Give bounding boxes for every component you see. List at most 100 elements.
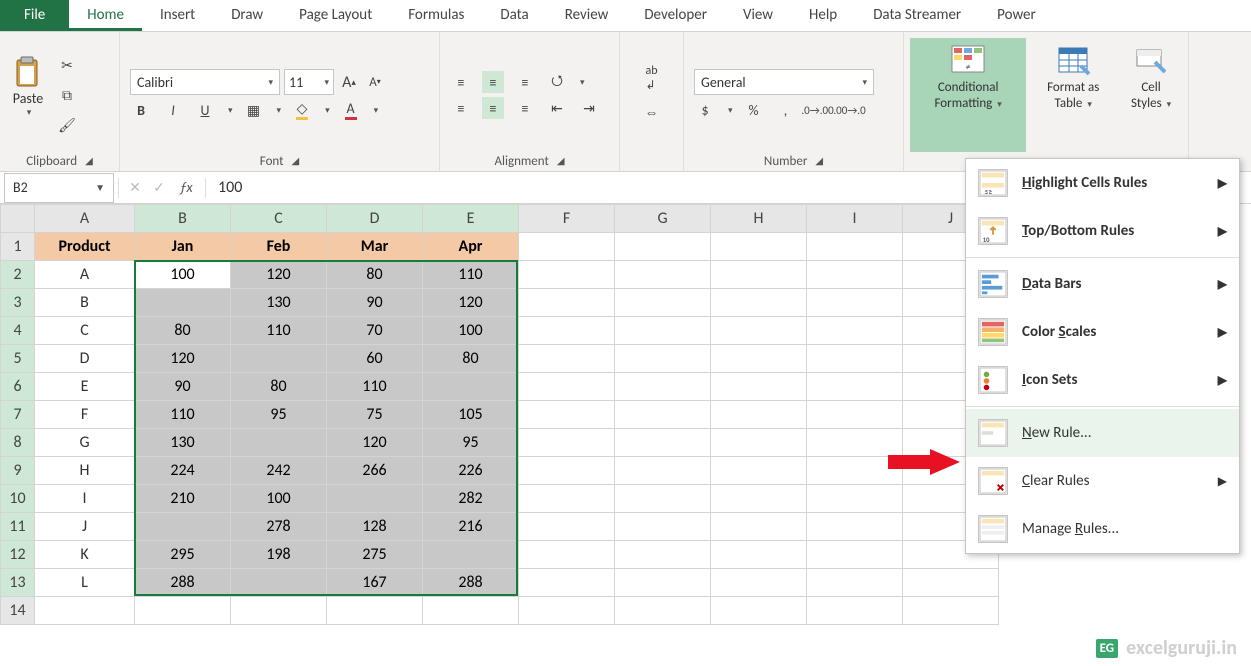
table-cell[interactable]: C [35, 317, 135, 345]
grow-font-icon[interactable]: A▴ [338, 71, 360, 93]
table-cell[interactable]: 275 [327, 541, 423, 569]
format-as-table-button[interactable]: Format as Table ▾ [1030, 38, 1116, 152]
table-cell[interactable]: 120 [135, 345, 231, 373]
table-cell[interactable] [231, 345, 327, 373]
cf-manage-rules[interactable]: Manage Rules... [966, 505, 1239, 553]
table-cell[interactable]: 80 [231, 373, 327, 401]
align-center-icon[interactable]: ≡ [482, 97, 504, 119]
paste-button[interactable]: Paste ▾ [10, 54, 46, 118]
table-cell[interactable]: 95 [423, 429, 519, 457]
indent-decrease-icon[interactable]: ⇤ [546, 97, 568, 119]
table-cell[interactable]: 110 [231, 317, 327, 345]
table-cell[interactable]: 90 [135, 373, 231, 401]
table-cell[interactable]: 198 [231, 541, 327, 569]
col-header-I[interactable]: I [807, 205, 903, 233]
row-header-3[interactable]: 3 [1, 289, 35, 317]
row-header-4[interactable]: 4 [1, 317, 35, 345]
indent-increase-icon[interactable]: ⇥ [578, 97, 600, 119]
table-cell[interactable]: 80 [423, 345, 519, 373]
cf-clear-rules[interactable]: Clear Rules ▶ [966, 457, 1239, 505]
table-cell[interactable]: 120 [231, 261, 327, 289]
dialog-launcher-icon[interactable]: ◢ [85, 154, 93, 169]
table-cell[interactable]: 100 [423, 317, 519, 345]
table-header[interactable]: Apr [423, 233, 519, 261]
row-header-8[interactable]: 8 [1, 429, 35, 457]
table-header[interactable]: Feb [231, 233, 327, 261]
row-header-13[interactable]: 13 [1, 569, 35, 597]
table-cell[interactable]: 120 [327, 429, 423, 457]
table-cell[interactable] [423, 373, 519, 401]
table-cell[interactable]: 210 [135, 485, 231, 513]
table-cell[interactable]: 130 [231, 289, 327, 317]
percent-icon[interactable]: % [743, 99, 765, 121]
table-cell[interactable]: 266 [327, 457, 423, 485]
col-header-C[interactable]: C [231, 205, 327, 233]
tab-view[interactable]: View [725, 0, 791, 31]
tab-insert[interactable]: Insert [142, 0, 213, 31]
row-header-9[interactable]: 9 [1, 457, 35, 485]
copy-icon[interactable]: ⧉ [56, 84, 78, 106]
align-top-icon[interactable]: ≡ [450, 71, 472, 93]
align-right-icon[interactable]: ≡ [514, 97, 536, 119]
col-header-G[interactable]: G [615, 205, 711, 233]
table-cell[interactable]: I [35, 485, 135, 513]
table-cell[interactable]: 80 [327, 261, 423, 289]
table-cell[interactable]: 100 [135, 261, 231, 289]
table-header[interactable]: Mar [327, 233, 423, 261]
tab-home[interactable]: Home [69, 0, 142, 31]
tab-data[interactable]: Data [482, 0, 546, 31]
table-cell[interactable]: 128 [327, 513, 423, 541]
table-cell[interactable]: 110 [423, 261, 519, 289]
table-cell[interactable]: 242 [231, 457, 327, 485]
cf-color-scales[interactable]: Color Scales ▶ [966, 308, 1239, 356]
table-cell[interactable]: B [35, 289, 135, 317]
table-cell[interactable]: L [35, 569, 135, 597]
col-header-E[interactable]: E [423, 205, 519, 233]
table-cell[interactable]: 288 [135, 569, 231, 597]
align-bottom-icon[interactable]: ≡ [514, 71, 536, 93]
tab-file[interactable]: File [0, 0, 69, 31]
table-cell[interactable]: 120 [423, 289, 519, 317]
table-cell[interactable]: 167 [327, 569, 423, 597]
cf-data-bars[interactable]: Data Bars ▶ [966, 260, 1239, 308]
table-cell[interactable]: 224 [135, 457, 231, 485]
tab-formulas[interactable]: Formulas [390, 0, 482, 31]
font-name-select[interactable]: Calibri ▾ [130, 69, 280, 95]
table-header[interactable]: Product [35, 233, 135, 261]
number-format-select[interactable]: General ▾ [694, 69, 874, 95]
table-cell[interactable] [327, 485, 423, 513]
dialog-launcher-icon[interactable]: ◢ [292, 154, 300, 169]
comma-icon[interactable]: , [775, 99, 797, 121]
name-box[interactable]: B2 ▼ [4, 173, 114, 203]
tab-data-streamer[interactable]: Data Streamer [855, 0, 979, 31]
table-cell[interactable]: 110 [135, 401, 231, 429]
table-cell[interactable]: J [35, 513, 135, 541]
wrap-text-icon[interactable]: ab↲ [641, 67, 663, 89]
col-header-D[interactable]: D [327, 205, 423, 233]
cf-icon-sets[interactable]: Icon Sets ▶ [966, 356, 1239, 404]
table-cell[interactable]: 226 [423, 457, 519, 485]
underline-button[interactable]: U [194, 99, 216, 121]
table-cell[interactable]: 110 [327, 373, 423, 401]
tab-power[interactable]: Power [979, 0, 1054, 31]
decrease-decimal-icon[interactable]: .00→.0 [839, 99, 861, 121]
row-header-2[interactable]: 2 [1, 261, 35, 289]
align-middle-icon[interactable]: ≡ [482, 71, 504, 93]
conditional-formatting-button[interactable]: ≠ Conditional Formatting ▾ [910, 38, 1026, 152]
format-painter-icon[interactable]: 🖌 [56, 114, 78, 136]
table-cell[interactable]: K [35, 541, 135, 569]
increase-decimal-icon[interactable]: .0→.00 [807, 99, 829, 121]
col-header-B[interactable]: B [135, 205, 231, 233]
table-cell[interactable] [231, 569, 327, 597]
accounting-icon[interactable]: $ [694, 99, 716, 121]
row-header-6[interactable]: 6 [1, 373, 35, 401]
cell-styles-button[interactable]: Cell Styles ▾ [1120, 38, 1182, 152]
table-cell[interactable]: E [35, 373, 135, 401]
cf-highlight-cells-rules[interactable]: ≤≥ Highlight Cells Rules ▶ [966, 159, 1239, 207]
tab-draw[interactable]: Draw [213, 0, 281, 31]
tab-review[interactable]: Review [547, 0, 627, 31]
borders-icon[interactable]: ▦ [243, 99, 265, 121]
table-cell[interactable]: H [35, 457, 135, 485]
font-size-select[interactable]: 11 ▾ [284, 69, 334, 95]
align-left-icon[interactable]: ≡ [450, 97, 472, 119]
